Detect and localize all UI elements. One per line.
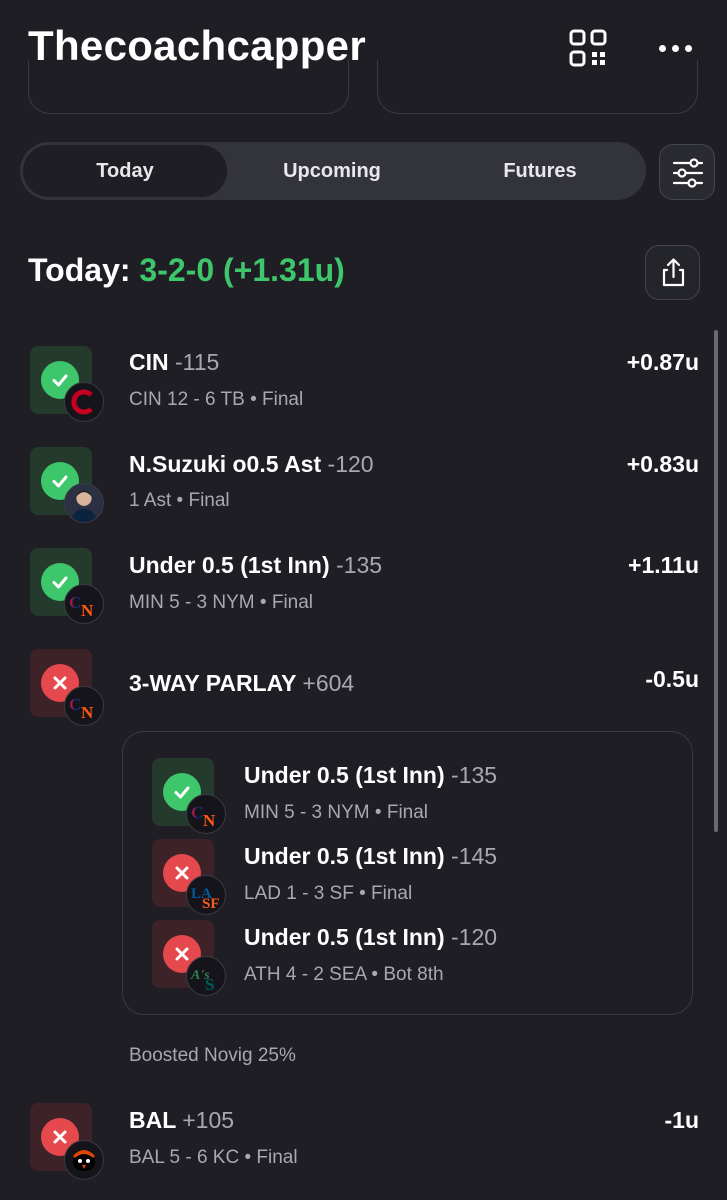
bet-result: +0.83u — [626, 451, 699, 477]
summary-record: 3-2-0 (+1.31u) — [139, 252, 345, 288]
bet-pick: Under 0.5 (1st Inn) — [129, 552, 330, 578]
bet-title: 3-WAY PARLAY +604 — [129, 670, 354, 697]
leg-score: MIN 5 - 3 NYM • Final — [244, 802, 429, 823]
leg-title: Under 0.5 (1st Inn) -120 — [244, 924, 497, 951]
leg-odds: -120 — [451, 924, 498, 950]
svg-text:C: C — [69, 695, 81, 714]
bet-result: -1u — [664, 1107, 700, 1133]
leg-pick: Under 0.5 (1st Inn) — [244, 843, 445, 869]
share-button[interactable] — [645, 245, 700, 300]
bet-result: +1.11u — [628, 552, 699, 578]
bet-pick: CIN — [129, 349, 169, 375]
scrollbar[interactable] — [714, 330, 718, 832]
svg-text:N: N — [81, 703, 94, 722]
svg-text:C: C — [191, 803, 203, 822]
leg-title: Under 0.5 (1st Inn) -145 — [244, 843, 497, 870]
svg-text:N: N — [203, 811, 216, 830]
bet-title: BAL +105 — [129, 1107, 234, 1134]
parlay-boost-note: Boosted Novig 25% — [129, 1045, 296, 1066]
svg-text:S: S — [205, 975, 214, 994]
leg-score: ATH 4 - 2 SEA • Bot 8th — [244, 964, 444, 985]
bet-score: CIN 12 - 6 TB • Final — [129, 389, 304, 410]
tab-futures[interactable]: Futures — [438, 145, 642, 197]
athletics-mariners-logo-icon: A's S — [186, 956, 226, 996]
stat-card-right[interactable] — [377, 60, 698, 114]
bet-odds: -115 — [175, 349, 220, 375]
dodgers-giants-logo-icon: LA SF — [186, 875, 226, 915]
bet-pick: BAL — [129, 1107, 176, 1133]
leg-pick: Under 0.5 (1st Inn) — [244, 924, 445, 950]
svg-text:N: N — [81, 601, 94, 620]
bet-title: N.Suzuki o0.5 Ast -120 — [129, 451, 374, 478]
twins-mets-logo-icon: CN — [64, 686, 104, 726]
orioles-logo-icon — [64, 1140, 104, 1180]
bet-result: -0.5u — [645, 666, 699, 692]
bet-odds: -135 — [336, 552, 383, 578]
player-avatar-icon — [64, 483, 104, 523]
svg-text:SF: SF — [202, 896, 220, 912]
stat-card-left[interactable] — [28, 60, 349, 114]
bet-pick: N.Suzuki o0.5 Ast — [129, 451, 322, 477]
bet-odds: -120 — [327, 451, 374, 477]
twins-mets-logo-icon: CN — [186, 794, 226, 834]
tab-today[interactable]: Today — [23, 145, 227, 197]
daily-summary: Today: 3-2-0 (+1.31u) — [28, 252, 345, 289]
sliders-icon — [672, 158, 704, 188]
more-options-icon[interactable] — [655, 36, 695, 60]
bet-score: BAL 5 - 6 KC • Final — [129, 1147, 298, 1168]
tab-upcoming[interactable]: Upcoming — [230, 145, 434, 197]
bet-result: +0.87u — [626, 349, 699, 375]
bet-odds: +105 — [182, 1107, 235, 1133]
bet-odds: +604 — [302, 670, 355, 696]
leg-odds: -145 — [451, 843, 498, 869]
filter-button[interactable] — [659, 144, 715, 200]
cincinnati-reds-logo-icon — [64, 382, 104, 422]
leg-pick: Under 0.5 (1st Inn) — [244, 762, 445, 788]
twins-mets-logo-icon: CN — [64, 584, 104, 624]
share-icon — [662, 258, 685, 287]
bet-title: CIN -115 — [129, 349, 219, 376]
bet-pick: 3-WAY PARLAY — [129, 670, 297, 696]
bet-score: MIN 5 - 3 NYM • Final — [129, 592, 314, 613]
summary-label: Today: — [28, 252, 131, 288]
svg-text:C: C — [69, 593, 81, 612]
leg-title: Under 0.5 (1st Inn) -135 — [244, 762, 497, 789]
leg-score: LAD 1 - 3 SF • Final — [244, 883, 413, 904]
bet-title: Under 0.5 (1st Inn) -135 — [129, 552, 382, 579]
bet-score: 1 Ast • Final — [129, 490, 230, 511]
leg-odds: -135 — [451, 762, 498, 788]
